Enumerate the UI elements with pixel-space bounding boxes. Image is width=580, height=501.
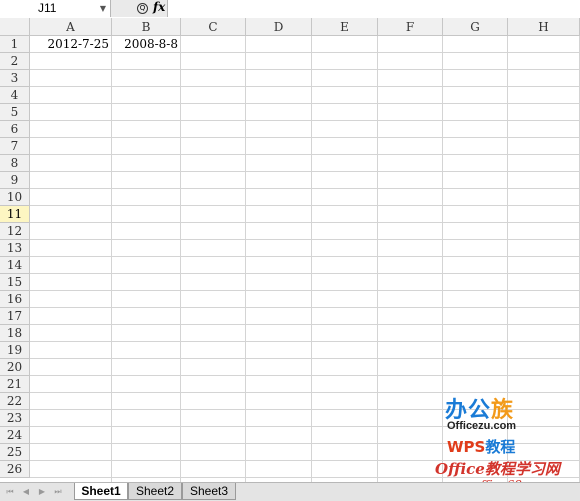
row-header-12[interactable]: 12 bbox=[0, 223, 30, 240]
watermark-site: Officezu.com bbox=[447, 420, 517, 432]
gridline-horizontal bbox=[30, 69, 580, 70]
gridline-horizontal bbox=[30, 205, 580, 206]
gridline-horizontal bbox=[30, 120, 580, 121]
row-header-19[interactable]: 19 bbox=[0, 342, 30, 359]
row-header-17[interactable]: 17 bbox=[0, 308, 30, 325]
row-header-2[interactable]: 2 bbox=[0, 53, 30, 70]
zoom-icon[interactable]: Q bbox=[137, 3, 148, 14]
gridline-horizontal bbox=[30, 171, 580, 172]
next-sheet-icon[interactable]: ▶ bbox=[36, 486, 48, 498]
gridline-horizontal bbox=[30, 358, 580, 359]
select-all-corner[interactable] bbox=[0, 18, 30, 36]
row-header-26[interactable]: 26 bbox=[0, 461, 30, 478]
gridline-horizontal bbox=[30, 375, 580, 376]
row-header-10[interactable]: 10 bbox=[0, 189, 30, 206]
watermark-wps: WPS教程 bbox=[447, 438, 516, 456]
column-header-b[interactable]: B bbox=[112, 18, 181, 36]
gridline-horizontal bbox=[30, 154, 580, 155]
row-header-20[interactable]: 20 bbox=[0, 359, 30, 376]
gridline-horizontal bbox=[30, 290, 580, 291]
name-box-value: J11 bbox=[38, 1, 57, 15]
row-header-14[interactable]: 14 bbox=[0, 257, 30, 274]
row-header-23[interactable]: 23 bbox=[0, 410, 30, 427]
watermark-office-brand: Office教程学习网 bbox=[435, 460, 560, 478]
gridline-horizontal bbox=[30, 188, 580, 189]
row-header-1[interactable]: 1 bbox=[0, 36, 30, 53]
gridline-horizontal bbox=[30, 273, 580, 274]
row-header-15[interactable]: 15 bbox=[0, 274, 30, 291]
formula-bar: J11 ▼ Q fx bbox=[0, 0, 580, 19]
column-header-f[interactable]: F bbox=[378, 18, 443, 36]
gridline-horizontal bbox=[30, 307, 580, 308]
column-header-e[interactable]: E bbox=[312, 18, 378, 36]
prev-sheet-icon[interactable]: ◀ bbox=[20, 486, 32, 498]
row-header-3[interactable]: 3 bbox=[0, 70, 30, 87]
gridline-horizontal bbox=[30, 239, 580, 240]
fx-icon[interactable]: fx bbox=[153, 0, 165, 14]
first-sheet-icon[interactable]: ⏮ bbox=[4, 486, 16, 498]
row-header-21[interactable]: 21 bbox=[0, 376, 30, 393]
cell-b1[interactable]: 2008-8-8 bbox=[112, 36, 181, 53]
tab-sheet1[interactable]: Sheet1 bbox=[74, 483, 128, 500]
row-header-22[interactable]: 22 bbox=[0, 393, 30, 410]
gridline-horizontal bbox=[30, 222, 580, 223]
row-header-13[interactable]: 13 bbox=[0, 240, 30, 257]
name-box[interactable]: J11 ▼ bbox=[0, 0, 111, 17]
row-header-11[interactable]: 11 bbox=[0, 206, 30, 223]
row-header-24[interactable]: 24 bbox=[0, 427, 30, 444]
tab-sheet2[interactable]: Sheet2 bbox=[128, 483, 182, 500]
row-header-8[interactable]: 8 bbox=[0, 155, 30, 172]
row-header-25[interactable]: 25 bbox=[0, 444, 30, 461]
chevron-down-icon[interactable]: ▼ bbox=[100, 4, 106, 13]
gridline-horizontal bbox=[30, 86, 580, 87]
column-header-a[interactable]: A bbox=[30, 18, 112, 36]
column-header-h[interactable]: H bbox=[508, 18, 580, 36]
cell-a1[interactable]: 2012-7-25 bbox=[30, 36, 112, 53]
sheet-tab-bar: ⏮ ◀ ▶ ⏭ Sheet1 Sheet2 Sheet3 bbox=[0, 482, 580, 501]
row-header-4[interactable]: 4 bbox=[0, 87, 30, 104]
row-header-18[interactable]: 18 bbox=[0, 325, 30, 342]
gridline-horizontal bbox=[30, 256, 580, 257]
gridline-horizontal bbox=[30, 137, 580, 138]
row-header-6[interactable]: 6 bbox=[0, 121, 30, 138]
tab-sheet3[interactable]: Sheet3 bbox=[182, 483, 236, 500]
gridline-horizontal bbox=[30, 341, 580, 342]
gridline-horizontal bbox=[30, 103, 580, 104]
column-header-d[interactable]: D bbox=[246, 18, 312, 36]
row-header-9[interactable]: 9 bbox=[0, 172, 30, 189]
last-sheet-icon[interactable]: ⏭ bbox=[52, 486, 64, 498]
column-header-c[interactable]: C bbox=[181, 18, 246, 36]
row-header-16[interactable]: 16 bbox=[0, 291, 30, 308]
row-header-5[interactable]: 5 bbox=[0, 104, 30, 121]
column-header-g[interactable]: G bbox=[443, 18, 508, 36]
row-header-7[interactable]: 7 bbox=[0, 138, 30, 155]
gridline-horizontal bbox=[30, 324, 580, 325]
formula-tools: Q fx bbox=[111, 0, 168, 17]
